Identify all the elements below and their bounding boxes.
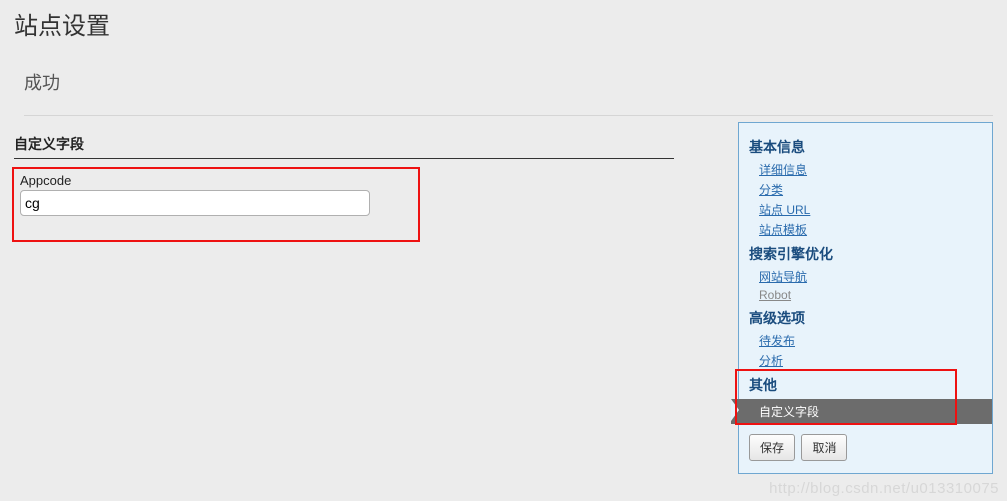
sidebar-link-category[interactable]: 分类 bbox=[759, 181, 982, 198]
sidebar-group-other: 其他 bbox=[749, 375, 982, 395]
save-button[interactable]: 保存 bbox=[749, 434, 795, 461]
settings-sidebar: 基本信息 详细信息 分类 站点 URL 站点模板 搜索引擎优化 网站导航 Rob… bbox=[738, 122, 993, 474]
appcode-input[interactable] bbox=[20, 190, 370, 216]
sidebar-link-analytics[interactable]: 分析 bbox=[759, 352, 982, 369]
section-heading-custom-fields: 自定义字段 bbox=[14, 134, 674, 159]
field-highlight-box: Appcode bbox=[12, 167, 420, 242]
sidebar-link-site-template[interactable]: 站点模板 bbox=[759, 221, 982, 238]
sidebar-active-custom-fields[interactable]: 自定义字段 bbox=[731, 399, 992, 424]
sidebar-link-site-url[interactable]: 站点 URL bbox=[759, 201, 982, 218]
sidebar-link-robot[interactable]: Robot bbox=[759, 288, 982, 302]
sidebar-link-details[interactable]: 详细信息 bbox=[759, 161, 982, 178]
sidebar-link-site-nav[interactable]: 网站导航 bbox=[759, 268, 982, 285]
cancel-button[interactable]: 取消 bbox=[801, 434, 847, 461]
sidebar-group-basic-info: 基本信息 bbox=[749, 137, 982, 157]
sidebar-link-pending[interactable]: 待发布 bbox=[759, 332, 982, 349]
page-title: 站点设置 bbox=[0, 0, 1007, 51]
watermark-text: http://blog.csdn.net/u013310075 bbox=[769, 480, 999, 497]
sidebar-group-advanced: 高级选项 bbox=[749, 308, 982, 328]
success-message: 成功 bbox=[24, 51, 993, 116]
sidebar-group-seo: 搜索引擎优化 bbox=[749, 244, 982, 264]
appcode-label: Appcode bbox=[20, 173, 412, 188]
